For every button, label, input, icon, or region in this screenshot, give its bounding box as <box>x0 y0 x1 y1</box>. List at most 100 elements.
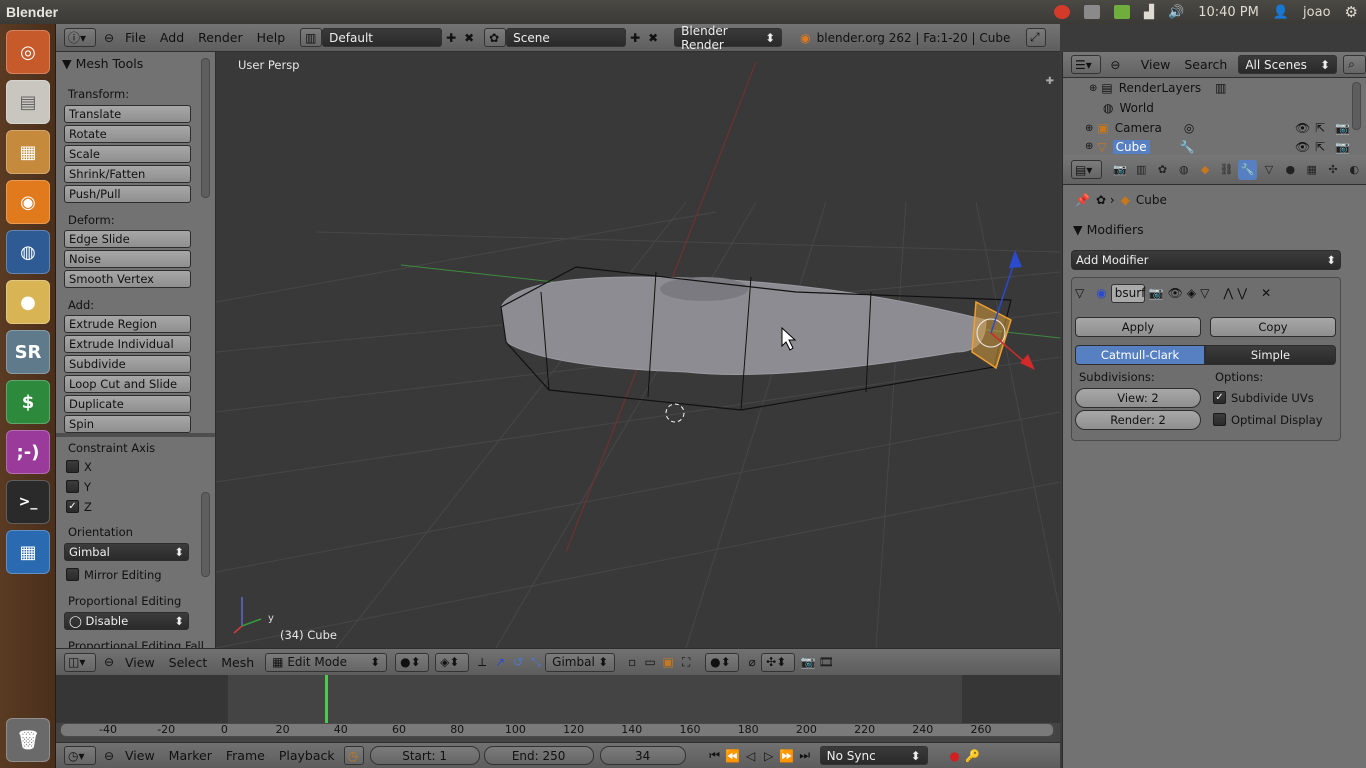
expand-icon[interactable]: ⊕ <box>1085 141 1093 152</box>
selectability-cursor-icon[interactable]: ⇱ <box>1315 140 1325 154</box>
jump-next-keyframe-icon[interactable]: ⏩ <box>778 747 796 765</box>
axis-z-checkbox[interactable]: ✓ <box>66 500 79 513</box>
menu-frame[interactable]: Frame <box>219 748 272 763</box>
edge-slide-button[interactable]: Edge Slide <box>64 230 191 248</box>
renderability-camera-icon[interactable]: 📷 <box>1335 121 1350 135</box>
modifiers-panel-header[interactable]: ▼ Modifiers <box>1073 222 1144 237</box>
apply-modifier-button[interactable]: Apply <box>1075 317 1201 337</box>
modifier-move-down-icon[interactable]: ⋁ <box>1237 286 1247 300</box>
ubuntu-home-icon[interactable]: ◎ <box>6 30 50 74</box>
remove-scene-icon[interactable]: ✖ <box>644 29 662 47</box>
preview-range-icon[interactable]: ◷ <box>343 746 364 765</box>
expand-icon[interactable]: ⊕ <box>1085 123 1093 134</box>
modifier-editmode-toggle-icon[interactable]: ◈ <box>1187 286 1196 300</box>
remove-screen-icon[interactable]: ✖ <box>460 29 478 47</box>
tab-scene-icon[interactable]: ✿ <box>1153 160 1172 180</box>
cube-mesh[interactable] <box>500 266 1012 411</box>
selectability-cursor-icon[interactable]: ⇱ <box>1315 121 1325 135</box>
editor-type-properties-selector[interactable]: ▤▾ <box>1071 160 1103 179</box>
occlude-geometry-icon[interactable]: ⛶ <box>677 653 695 671</box>
menu-playback[interactable]: Playback <box>272 748 342 763</box>
edge-select-icon[interactable]: ▭ <box>641 653 659 671</box>
render-animation-icon[interactable]: 🎞 <box>817 653 835 671</box>
tab-physics-icon[interactable]: ◐ <box>1345 160 1364 180</box>
pivot-point-select[interactable]: ◈⬍ <box>435 652 470 672</box>
editor-type-outliner-selector[interactable]: ☰▾ <box>1071 55 1102 74</box>
duplicate-button[interactable]: Duplicate <box>64 395 191 413</box>
fullscreen-toggle-icon[interactable]: ⤢ <box>1026 28 1046 47</box>
display-mode-select[interactable]: All Scenes ⬍ <box>1238 55 1338 74</box>
rotate-button[interactable]: Rotate <box>64 125 191 143</box>
renderability-camera-icon[interactable]: 📷 <box>1335 140 1350 154</box>
catmull-clark-toggle[interactable]: Catmull-Clark <box>1075 345 1205 365</box>
outliner-row-camera[interactable]: ⊕ ▣ Camera ◎ 👁 ⇱ 📷 <box>1063 118 1355 138</box>
jump-end-icon[interactable]: ⏭ <box>796 747 814 765</box>
scale-button[interactable]: Scale <box>64 145 191 163</box>
axis-x-checkbox[interactable] <box>66 460 79 473</box>
proportional-edit-select[interactable]: ●⬍ <box>705 652 740 672</box>
rotate-manipulator-icon[interactable]: ↺ <box>509 653 527 671</box>
tab-render-layers-icon[interactable]: ▥ <box>1132 160 1151 180</box>
menu-help[interactable]: Help <box>250 30 293 45</box>
vertex-select-icon[interactable]: ▫ <box>623 653 641 671</box>
menu-add[interactable]: Add <box>153 30 191 45</box>
toolshelf-scrollbar-top[interactable] <box>201 58 210 198</box>
current-frame-line[interactable] <box>325 675 328 723</box>
tab-constraints-icon[interactable]: ⛓ <box>1217 160 1236 180</box>
modifier-render-toggle-icon[interactable]: 📷 <box>1149 286 1164 300</box>
mesh-tools-panel-header[interactable]: ▼ Mesh Tools <box>62 56 143 71</box>
modifier-viewport-toggle-icon[interactable]: 👁 <box>1168 286 1183 300</box>
modifier-move-up-icon[interactable]: ⋀ <box>1223 286 1233 300</box>
push-pull-button[interactable]: Push/Pull <box>64 185 191 203</box>
viewport-scene[interactable] <box>216 52 1060 648</box>
face-select-icon[interactable]: ▣ <box>659 653 677 671</box>
mode-select[interactable]: ▦ Edit Mode ⬍ <box>265 652 388 672</box>
clock[interactable]: 10:40 PM <box>1198 5 1259 20</box>
jump-prev-keyframe-icon[interactable]: ⏪ <box>724 747 742 765</box>
mail-icon[interactable] <box>1084 5 1101 19</box>
network-icon[interactable]: ▟ <box>1144 5 1154 20</box>
tab-particles-icon[interactable]: ✣ <box>1323 160 1342 180</box>
scene-icon[interactable]: ✿ <box>484 28 507 47</box>
menu-marker[interactable]: Marker <box>162 748 219 763</box>
outliner-scrollbar[interactable] <box>1352 82 1361 130</box>
firefox-icon[interactable]: ◉ <box>6 180 50 224</box>
trash-icon[interactable]: 🗑 <box>6 718 50 762</box>
area-split-icon[interactable]: ✚ <box>1046 76 1054 87</box>
add-screen-icon[interactable]: ✚ <box>442 29 460 47</box>
cookie-app-icon[interactable]: ● <box>6 280 50 324</box>
shrink-fatten-button[interactable]: Shrink/Fatten <box>64 165 191 183</box>
menu-view[interactable]: View <box>118 748 162 763</box>
timeline-area[interactable]: -40 -20 0 20 40 60 80 100 120 140 160 180 200 220 240 2… <box>56 675 1060 742</box>
sync-mode-select[interactable]: No Sync ⬍ <box>819 746 928 765</box>
optimal-display-checkbox[interactable] <box>1213 413 1226 426</box>
collapse-menu-icon[interactable]: ⊖ <box>100 747 118 765</box>
add-modifier-select[interactable]: Add Modifier ⬍ <box>1071 250 1341 270</box>
subdivide-button[interactable]: Subdivide <box>64 355 191 373</box>
search-icon[interactable]: ⌕ <box>1343 55 1366 74</box>
sr-app-icon[interactable]: SR <box>6 330 50 374</box>
chat-app-icon[interactable]: ;-) <box>6 430 50 474</box>
tab-texture-icon[interactable]: ▦ <box>1302 160 1321 180</box>
tab-object-icon[interactable]: ◆ <box>1195 160 1214 180</box>
play-reverse-icon[interactable]: ◁ <box>742 747 760 765</box>
tab-material-icon[interactable]: ● <box>1281 160 1300 180</box>
smooth-vertex-button[interactable]: Smooth Vertex <box>64 270 191 288</box>
scene-field[interactable]: Scene <box>506 28 627 47</box>
end-frame-field[interactable]: End: 250 <box>483 746 594 765</box>
menu-view[interactable]: View <box>1134 57 1178 72</box>
visibility-eye-icon[interactable]: 👁 <box>1295 140 1310 154</box>
render-levels-field[interactable]: Render: 2 <box>1075 410 1201 430</box>
tab-modifiers-icon[interactable]: 🔧 <box>1238 159 1258 180</box>
3d-viewport[interactable]: User Persp y (34) Cube ✚ <box>216 52 1060 648</box>
toolshelf-scrollbar-bottom[interactable] <box>201 492 210 577</box>
render-engine-select[interactable]: Blender Render ⬍ <box>674 24 783 52</box>
view-levels-field[interactable]: View: 2 <box>1075 388 1201 408</box>
screen-layout-field[interactable]: Default <box>322 28 443 47</box>
visibility-eye-icon[interactable]: 👁 <box>1295 121 1310 135</box>
extrude-region-button[interactable]: Extrude Region <box>64 315 191 333</box>
transform-orientation-select[interactable]: Gimbal ⬍ <box>545 652 616 672</box>
user-icon[interactable]: 👤 <box>1273 5 1289 20</box>
collapse-menu-icon[interactable]: ⊖ <box>100 29 118 47</box>
keying-set-icon[interactable]: 🔑 <box>964 747 982 765</box>
